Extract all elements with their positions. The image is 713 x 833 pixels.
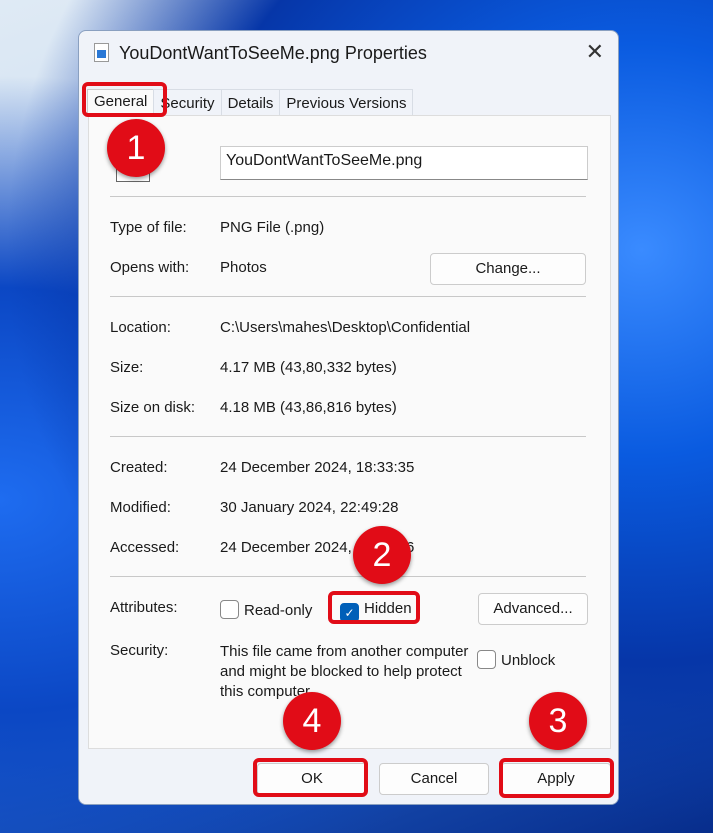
divider xyxy=(110,296,586,297)
advanced-button[interactable]: Advanced... xyxy=(478,593,588,625)
disk-value: 4.18 MB (43,86,816 bytes) xyxy=(220,399,397,416)
created-value: 24 December 2024, 18:33:35 xyxy=(220,459,415,476)
accessed-label: Accessed: xyxy=(110,539,180,556)
location-label: Location: xyxy=(110,319,171,336)
modified-value: 30 January 2024, 22:49:28 xyxy=(220,499,399,516)
readonly-label: Read-only xyxy=(244,602,313,619)
tab-details[interactable]: Details xyxy=(220,89,281,115)
close-icon[interactable]: ✕ xyxy=(586,39,604,65)
opens-value: Photos xyxy=(220,259,267,276)
unblock-checkbox[interactable]: Unblock xyxy=(477,650,555,669)
step-badge-2: 2 xyxy=(353,526,411,584)
security-text: This file came from another computer and… xyxy=(220,643,469,700)
general-panel: YouDontWantToSeeMe.png Type of file: PNG… xyxy=(88,115,611,749)
type-value: PNG File (.png) xyxy=(220,219,325,236)
created-label: Created: xyxy=(110,459,168,476)
highlight-general-tab xyxy=(82,82,167,117)
disk-label: Size on disk: xyxy=(110,399,196,416)
highlight-apply xyxy=(499,758,614,798)
opens-label: Opens with: xyxy=(110,259,190,276)
highlight-hidden xyxy=(328,591,420,624)
change-button[interactable]: Change... xyxy=(430,253,586,285)
filename-input[interactable]: YouDontWantToSeeMe.png xyxy=(220,146,588,180)
attributes-label: Attributes: xyxy=(110,599,178,616)
step-badge-4: 4 xyxy=(283,692,341,750)
modified-label: Modified: xyxy=(110,499,171,516)
png-file-icon xyxy=(94,43,109,62)
size-label: Size: xyxy=(110,359,144,376)
size-value: 4.17 MB (43,80,332 bytes) xyxy=(220,359,397,376)
divider xyxy=(110,196,586,197)
highlight-ok xyxy=(253,758,368,797)
cancel-button[interactable]: Cancel xyxy=(379,763,489,795)
location-value: C:\Users\mahes\Desktop\Confidential xyxy=(220,319,471,336)
tab-previous-versions[interactable]: Previous Versions xyxy=(279,89,414,115)
type-label: Type of file: xyxy=(110,219,187,236)
checkbox-box[interactable] xyxy=(477,650,496,669)
checkbox-box[interactable] xyxy=(220,600,239,619)
step-badge-1: 1 xyxy=(107,119,165,177)
divider xyxy=(110,436,586,437)
unblock-label: Unblock xyxy=(501,652,556,669)
readonly-checkbox[interactable]: Read-only xyxy=(220,600,312,619)
divider xyxy=(110,576,586,577)
step-badge-3: 3 xyxy=(529,692,587,750)
window-title: YouDontWantToSeeMe.png Properties xyxy=(119,43,427,63)
security-label: Security: xyxy=(110,642,169,659)
